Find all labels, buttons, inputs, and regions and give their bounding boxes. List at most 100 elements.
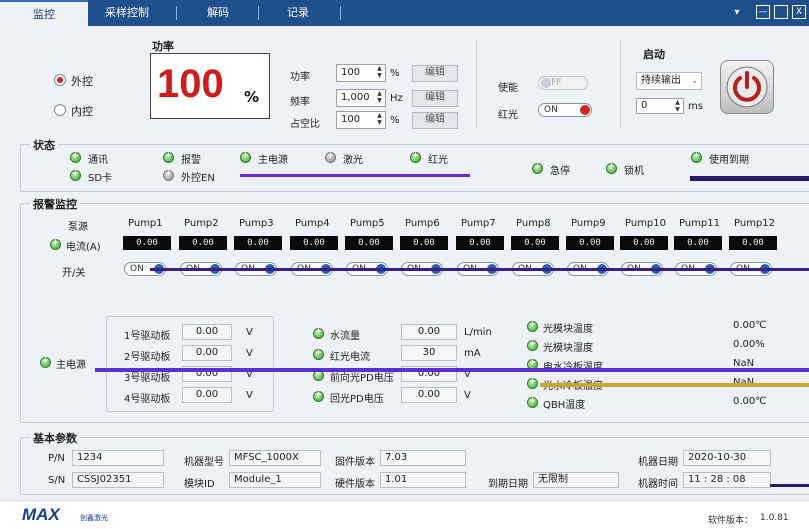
module-field: Module_1: [229, 472, 321, 488]
sensor-led: [313, 348, 324, 360]
tab-monitor[interactable]: 监控: [0, 0, 88, 26]
pump-current-value: 0.00: [456, 236, 504, 250]
estop-led: [532, 162, 543, 174]
sensor-led: [313, 390, 324, 402]
dropdown-menu-icon[interactable]: ▾: [730, 0, 744, 26]
external-en-label: 外控EN: [181, 173, 215, 184]
model-label: 机器型号: [184, 457, 224, 468]
divider: [620, 40, 621, 128]
power-start-button[interactable]: [720, 60, 774, 114]
comm-label: 通讯: [88, 155, 108, 166]
power-big-value: 100: [157, 62, 224, 106]
tab-record[interactable]: 记录: [270, 0, 326, 26]
logo-subtitle: 创鑫激光: [80, 514, 108, 522]
machine-time-field: 11 : 28 : 08: [683, 472, 771, 488]
internal-control-radio[interactable]: [54, 104, 66, 116]
tab-decode[interactable]: 解码: [190, 0, 246, 26]
temperature-value: 0.00℃: [733, 320, 767, 331]
close-icon[interactable]: X: [792, 5, 806, 19]
model-field: MFSC_1000X: [229, 450, 321, 466]
pump-current-value: 0.00: [234, 236, 282, 250]
pump-header: Pump1: [128, 218, 163, 229]
duty-input[interactable]: 100 ▲ ▼: [336, 111, 386, 129]
pump-source-label: 泵源: [68, 222, 88, 233]
expiry-led: [691, 151, 702, 163]
restore-icon[interactable]: [774, 5, 788, 19]
machine-date-label: 机器日期: [638, 457, 678, 468]
expire-field: 无限制: [533, 472, 619, 488]
external-en-led: [163, 169, 174, 181]
pump-header: Pump10: [625, 218, 667, 229]
render-artifact: [95, 368, 809, 372]
frequency-unit: Hz: [390, 93, 403, 104]
pump-current-value: 0.00: [123, 236, 171, 250]
power-edit-button[interactable]: 编辑: [412, 65, 458, 82]
pump-header: Pump7: [461, 218, 496, 229]
pn-label: P/N: [48, 453, 65, 464]
driver-board-unit: V: [246, 348, 253, 359]
redlight-led: [410, 151, 421, 163]
render-artifact: [240, 174, 470, 177]
pump-header: Pump5: [350, 218, 385, 229]
duration-input[interactable]: 0 ▲ ▼: [636, 98, 684, 114]
power-input[interactable]: 100 ▲ ▼: [336, 64, 386, 82]
lock-label: 锁机: [624, 166, 644, 177]
start-heading: 启动: [643, 48, 665, 61]
driver-board-voltage: 0.00: [182, 324, 232, 340]
pump-header: Pump9: [571, 218, 606, 229]
driver-board-unit: V: [246, 327, 253, 338]
duty-unit: %: [390, 115, 400, 126]
pump-header: Pump12: [734, 218, 776, 229]
tab-separator: [340, 6, 341, 20]
redlight-label: 红光: [498, 110, 518, 121]
lock-led: [606, 162, 617, 174]
driver-board-label: 1号驱动板: [124, 331, 171, 342]
sd-card-label: SD卡: [88, 173, 113, 184]
current-led: [50, 238, 61, 250]
minimize-icon[interactable]: —: [756, 5, 770, 19]
render-artifact: [150, 268, 809, 271]
duty-row-label: 占空比: [290, 119, 320, 130]
duration-unit: ms: [688, 101, 703, 112]
pump-header: Pump4: [295, 218, 330, 229]
output-mode-select[interactable]: 持续输出 ⌄: [636, 72, 702, 90]
alarm-label: 报警: [181, 155, 201, 166]
firmware-label: 固件版本: [335, 457, 375, 468]
alarm-monitor-title: 报警监控: [30, 196, 80, 212]
sn-label: S/N: [48, 475, 66, 486]
temperature-led: [527, 339, 538, 351]
enable-toggle[interactable]: OFF: [538, 76, 588, 90]
driver-board-label: 2号驱动板: [124, 352, 171, 363]
main-power-label: 主电源: [258, 155, 288, 166]
external-control-radio[interactable]: [54, 74, 66, 86]
pump-current-value: 0.00: [400, 236, 448, 250]
render-artifact: [540, 383, 809, 387]
temperature-label: 光模块温度: [543, 324, 593, 335]
frequency-row-label: 频率: [290, 97, 310, 108]
pump-current-value: 0.00: [729, 236, 777, 250]
power-unit: %: [390, 68, 400, 79]
machine-date-field: 2020-10-30: [683, 450, 771, 466]
frequency-edit-button[interactable]: 编辑: [412, 90, 458, 107]
hardware-label: 硬件版本: [335, 479, 375, 490]
driver-board-label: 4号驱动板: [124, 394, 171, 405]
estop-label: 急停: [550, 166, 570, 177]
pn-field: 1234: [72, 450, 164, 466]
sd-card-led: [70, 169, 81, 181]
frequency-input[interactable]: 1,000 ▲ ▼: [336, 89, 386, 107]
tab-sampling[interactable]: 采样控制: [92, 0, 162, 26]
power-row-label: 功率: [290, 72, 310, 83]
switch-label: 开/关: [62, 268, 86, 279]
main-power-alarm-label: 主电源: [56, 360, 86, 371]
render-artifact: [690, 176, 809, 181]
pump-current-value: 0.00: [290, 236, 338, 250]
sensor-label: 水流量: [330, 331, 360, 342]
redlight-toggle[interactable]: ON: [538, 103, 592, 117]
duty-edit-button[interactable]: 编辑: [412, 112, 458, 129]
machine-time-label: 机器时间: [638, 479, 678, 490]
module-label: 模块ID: [184, 479, 215, 490]
pump-current-value: 0.00: [345, 236, 393, 250]
driver-board-voltage: 0.00: [182, 387, 232, 403]
sensor-label: 回光PD电压: [330, 394, 384, 405]
power-big-unit: %: [244, 88, 260, 106]
